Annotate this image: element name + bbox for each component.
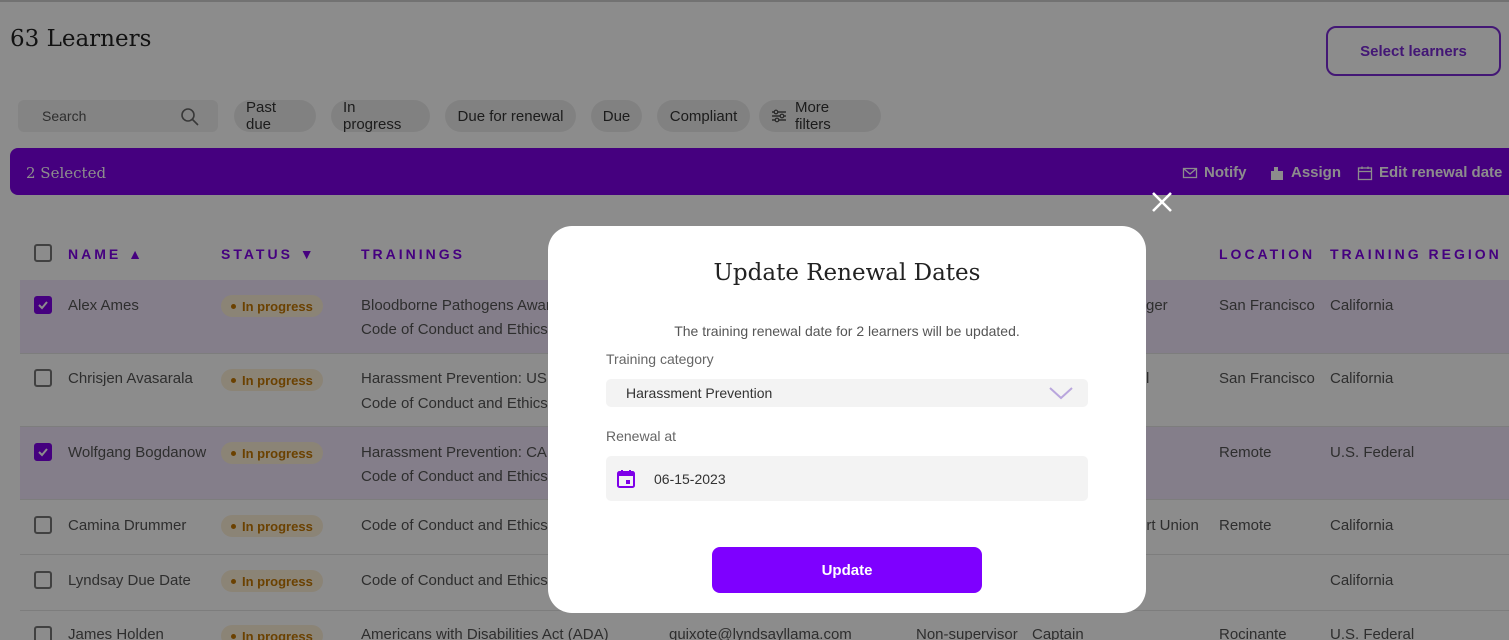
update-button[interactable]: Update: [712, 547, 982, 593]
renewal-date-input[interactable]: 06-15-2023: [606, 456, 1088, 501]
update-renewal-modal: Update Renewal Dates The training renewa…: [548, 226, 1146, 613]
close-icon[interactable]: [1150, 190, 1174, 214]
training-category-label: Training category: [606, 351, 714, 367]
modal-title: Update Renewal Dates: [713, 260, 981, 286]
chevron-down-icon: [1049, 387, 1073, 400]
modal-description: The training renewal date for 2 learners…: [674, 323, 1020, 339]
calendar-icon[interactable]: [616, 469, 636, 489]
training-category-value: Harassment Prevention: [626, 385, 773, 401]
renewal-date-value: 06-15-2023: [654, 470, 726, 487]
training-category-select[interactable]: Harassment Prevention: [606, 379, 1088, 407]
renewal-at-label: Renewal at: [606, 428, 677, 444]
